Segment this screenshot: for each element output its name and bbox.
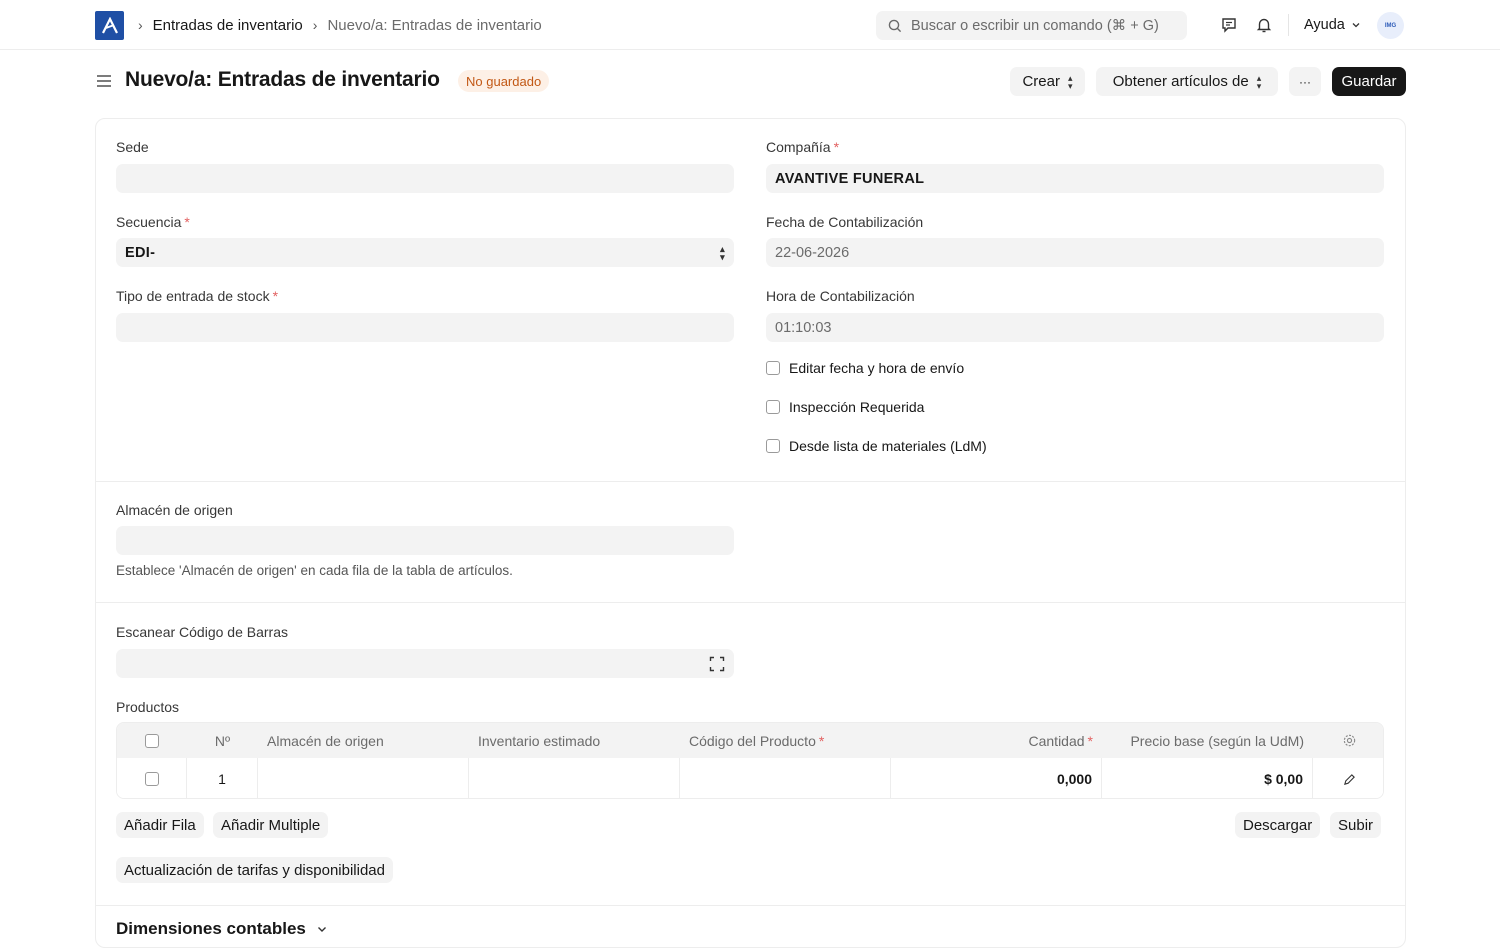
status-badge: No guardado bbox=[458, 70, 550, 92]
breadcrumb-doctype-link[interactable]: Entradas de inventario bbox=[153, 17, 303, 34]
edit-posting-datetime-checkbox[interactable]: Editar fecha y hora de envío bbox=[766, 360, 964, 376]
almacen-label: Almacén de origen bbox=[116, 502, 233, 518]
more-icon: ··· bbox=[1299, 74, 1311, 89]
secuencia-select[interactable]: EDI- ▴ ▾ bbox=[116, 238, 734, 267]
inspection-required-checkbox[interactable]: Inspección Requerida bbox=[766, 399, 924, 415]
sede-label: Sede bbox=[116, 139, 149, 155]
section-divider bbox=[95, 602, 1406, 603]
row-almacen-cell[interactable] bbox=[258, 758, 469, 798]
gear-icon[interactable] bbox=[1313, 723, 1383, 758]
download-button[interactable]: Descargar bbox=[1235, 812, 1321, 838]
search-input[interactable] bbox=[911, 17, 1181, 34]
upload-button[interactable]: Subir bbox=[1330, 812, 1382, 838]
posting-time-field[interactable]: 01:10:03 bbox=[766, 313, 1384, 342]
section-divider bbox=[95, 905, 1406, 906]
source-warehouse-field[interactable] bbox=[116, 526, 734, 555]
add-row-button[interactable]: Añadir Fila bbox=[116, 812, 204, 838]
save-button[interactable]: Guardar bbox=[1332, 67, 1406, 96]
top-navbar: › Entradas de inventario › Nuevo/a: Entr… bbox=[0, 0, 1500, 50]
checkbox-label: Desde lista de materiales (LdM) bbox=[789, 438, 987, 454]
productos-label: Productos bbox=[116, 699, 180, 715]
page-title: Nuevo/a: Entradas de inventario bbox=[125, 68, 440, 91]
search-icon bbox=[888, 19, 902, 32]
items-table: Nº Almacén de origen Inventario estimado… bbox=[116, 722, 1384, 799]
update-rates-button[interactable]: Actualización de tarifas y disponibilida… bbox=[116, 857, 393, 883]
col-header-inventario: Inventario estimado bbox=[478, 732, 601, 749]
compania-field[interactable]: AVANTIVE FUNERAL bbox=[766, 164, 1384, 193]
create-label: Crear bbox=[1022, 73, 1060, 90]
col-header-cantidad: Cantidad * bbox=[1028, 732, 1094, 749]
get-items-label: Obtener artículos de bbox=[1112, 73, 1249, 90]
bell-icon[interactable] bbox=[1253, 14, 1275, 36]
app-logo[interactable] bbox=[95, 11, 124, 40]
breadcrumb-current[interactable]: Nuevo/a: Entradas de inventario bbox=[327, 17, 541, 34]
accounting-dimensions-section[interactable]: Dimensiones contables bbox=[116, 919, 328, 939]
sede-field[interactable] bbox=[116, 164, 734, 193]
scan-barcode-field[interactable] bbox=[116, 649, 734, 678]
section-title: Dimensiones contables bbox=[116, 919, 306, 938]
posting-date-field[interactable]: 22-06-2026 bbox=[766, 238, 1384, 267]
required-indicator: * bbox=[833, 139, 840, 155]
table-row[interactable]: 1 0,000 $ 0,00 bbox=[117, 758, 1383, 798]
stock-entry-type-field[interactable] bbox=[116, 313, 734, 342]
awesomebar-search[interactable] bbox=[876, 11, 1187, 40]
chevron-down-icon bbox=[1352, 23, 1360, 28]
checkbox-label: Editar fecha y hora de envío bbox=[789, 360, 965, 376]
edit-row-icon[interactable] bbox=[1313, 758, 1383, 798]
select-all-checkbox[interactable] bbox=[117, 723, 187, 758]
row-no: 1 bbox=[187, 758, 258, 798]
row-checkbox[interactable] bbox=[117, 758, 187, 798]
logo-icon bbox=[101, 16, 118, 33]
fecha-label: Fecha de Contabilización bbox=[766, 214, 924, 230]
col-header-no: Nº bbox=[214, 732, 231, 749]
get-items-from-button[interactable]: Obtener artículos de ▴ ▾ bbox=[1096, 67, 1278, 96]
help-dropdown[interactable]: Ayuda bbox=[1304, 0, 1361, 50]
from-bom-checkbox[interactable]: Desde lista de materiales (LdM) bbox=[766, 438, 987, 454]
add-multiple-button[interactable]: Añadir Multiple bbox=[213, 812, 329, 838]
more-actions-button[interactable]: ··· bbox=[1289, 67, 1321, 96]
sidebar-toggle-icon[interactable] bbox=[96, 73, 112, 89]
col-header-codigo: Código del Producto * bbox=[689, 732, 825, 749]
checkbox-box[interactable] bbox=[766, 361, 780, 375]
checkbox-box[interactable] bbox=[766, 439, 780, 453]
chat-icon[interactable] bbox=[1218, 14, 1240, 36]
secuencia-value: EDI- bbox=[125, 244, 156, 261]
select-arrows-icon: ▴ ▾ bbox=[720, 243, 725, 262]
create-button[interactable]: Crear ▴ ▾ bbox=[1010, 67, 1085, 96]
row-inventario-cell[interactable] bbox=[469, 758, 680, 798]
row-precio-cell[interactable]: $ 0,00 bbox=[1102, 758, 1313, 798]
chevron-right-icon: › bbox=[312, 17, 318, 33]
required-indicator: * bbox=[184, 214, 190, 230]
sort-arrows-icon: ▴ ▾ bbox=[1067, 72, 1073, 91]
table-header: Nº Almacén de origen Inventario estimado… bbox=[117, 723, 1383, 758]
compania-label: Compañía * bbox=[766, 139, 840, 155]
row-codigo-cell[interactable] bbox=[680, 758, 891, 798]
sort-arrows-icon: ▴ ▾ bbox=[1256, 72, 1262, 91]
checkbox-box[interactable] bbox=[766, 400, 780, 414]
barcode-label: Escanear Código de Barras bbox=[116, 624, 288, 640]
scan-icon[interactable] bbox=[709, 656, 725, 672]
source-warehouse-help: Establece 'Almacén de origen' en cada fi… bbox=[116, 563, 513, 578]
chevron-down-icon bbox=[317, 927, 326, 932]
breadcrumb: › Entradas de inventario › Nuevo/a: Entr… bbox=[138, 0, 542, 50]
row-cantidad-cell[interactable]: 0,000 bbox=[891, 758, 1102, 798]
col-header-precio: Precio base (según la UdM) bbox=[1130, 732, 1304, 749]
section-divider bbox=[95, 481, 1406, 482]
col-header-almacen: Almacén de origen bbox=[267, 732, 384, 749]
required-indicator: * bbox=[272, 288, 279, 304]
hora-label: Hora de Contabilización bbox=[766, 288, 915, 304]
checkbox-label: Inspección Requerida bbox=[789, 399, 925, 415]
navbar-divider bbox=[1288, 14, 1289, 36]
help-label: Ayuda bbox=[1304, 17, 1345, 33]
chevron-right-icon: › bbox=[138, 17, 143, 33]
secuencia-label: Secuencia * bbox=[116, 214, 190, 230]
tipo-label: Tipo de entrada de stock * bbox=[116, 288, 279, 304]
avatar[interactable]: IMG bbox=[1377, 12, 1404, 39]
